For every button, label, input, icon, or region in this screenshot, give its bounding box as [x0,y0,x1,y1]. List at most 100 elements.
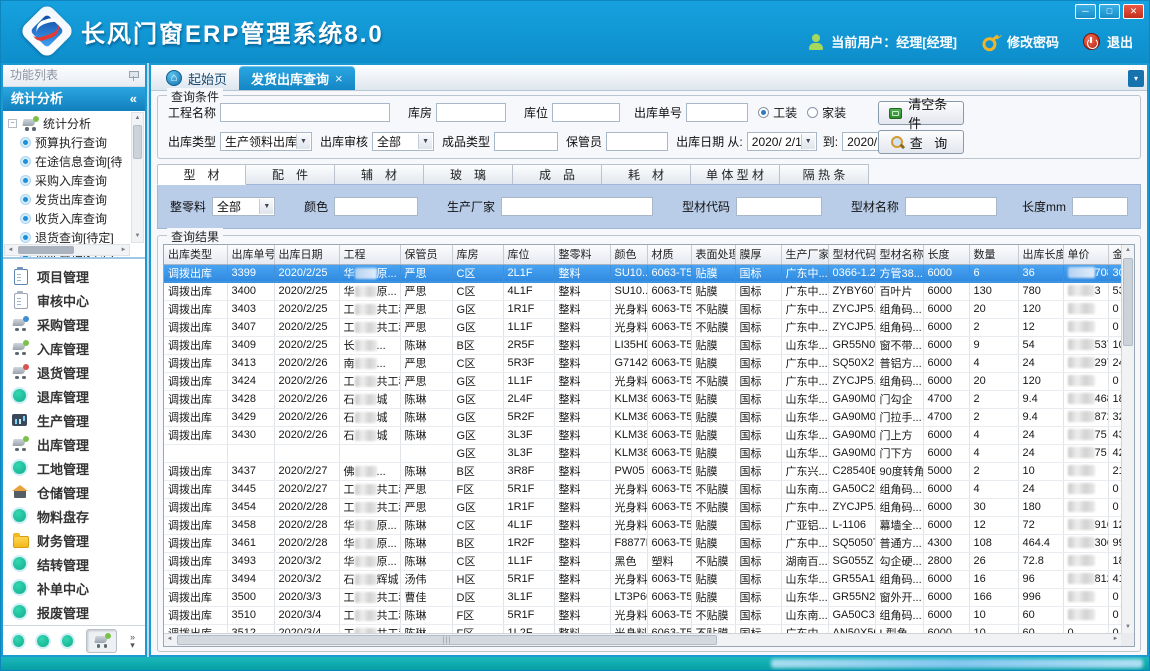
material-tab[interactable]: 玻 璃 [424,164,513,185]
tab-list-dropdown-icon[interactable]: ▾ [1128,70,1144,87]
column-header-11[interactable]: 表面处理 [691,245,735,264]
module-item[interactable]: 工地管理 [12,456,145,480]
module-dot-icon[interactable] [13,635,24,647]
outbound-order-input[interactable] [686,103,748,122]
table-row[interactable]: 调拨出库34932020/3/2华原...陈琳C区1L1F整料黑色塑料不贴膜国标… [164,552,1121,570]
date-from-select[interactable]: 2020/ 2/16 [747,132,817,151]
product-type-input[interactable] [494,132,558,151]
module-item[interactable]: 入库管理 [12,336,145,360]
material-tab[interactable]: 配 件 [246,164,335,185]
change-password-link[interactable]: 修改密码 [1007,32,1059,51]
column-header-19[interactable]: 单价 [1063,245,1108,264]
scroll-up-icon[interactable]: ▲ [132,113,143,124]
close-button[interactable]: ✕ [1123,4,1144,19]
profile-name-input[interactable] [905,197,997,216]
tab-shipping-outbound-query[interactable]: 发货出库查询 × [239,66,355,90]
column-header-10[interactable]: 材质 [647,245,691,264]
column-header-17[interactable]: 数量 [969,245,1018,264]
table-row[interactable]: 调拨出库34452020/2/27工共工程严思F区5R1F整料光身料6063-T… [164,480,1121,498]
module-item[interactable]: 物料盘存 [12,504,145,528]
grid-horizontal-scrollbar[interactable]: ◄ ||| ► [164,633,1121,646]
color-input[interactable] [334,197,418,216]
module-item[interactable]: 退库管理 [12,384,145,408]
table-row[interactable]: 调拨出库34292020/2/26石城陈琳G区5R2F整料KLM38176063… [164,408,1121,426]
column-header-9[interactable]: 颜色 [610,245,647,264]
module-item[interactable]: 补单中心 [12,576,145,600]
table-row[interactable]: 调拨出库34092020/2/25长...陈琳B区2R5F整料LI35HD606… [164,336,1121,354]
table-row[interactable]: 调拨出库34242020/2/26工共工程严思G区1L1F整料光身料6063-T… [164,372,1121,390]
clear-conditions-button[interactable]: 清空条件 [878,101,964,125]
maximize-button[interactable]: □ [1099,4,1120,19]
scroll-right-icon[interactable]: ► [118,245,129,255]
warehouse-input[interactable] [436,103,506,122]
minimize-button[interactable]: ─ [1075,4,1096,19]
module-item[interactable]: 退货管理 [12,360,145,384]
table-row[interactable]: 调拨出库35102020/3/4工共工程陈琳F区5R1F整料光身料6063-T5… [164,606,1121,624]
module-item[interactable]: 项目管理 [12,264,145,288]
module-dot-icon[interactable] [37,635,48,647]
column-header-18[interactable]: 出库长度 [1018,245,1063,264]
column-header-2[interactable]: 出库单号 [227,245,274,264]
column-header-7[interactable]: 库位 [503,245,554,264]
outbound-type-select[interactable]: 生产领料出库 [220,132,312,151]
scroll-up-icon[interactable]: ▲ [1122,245,1134,256]
scroll-down-icon[interactable]: ▼ [132,231,143,242]
table-row[interactable]: 调拨出库34612020/2/28华原...陈琳B区1R2F整料F8877FT6… [164,534,1121,552]
material-tab[interactable]: 型 材 [157,164,246,185]
column-header-1[interactable]: 出库类型 [164,245,227,264]
tree-item-5[interactable]: 收货入库查询 [8,209,130,228]
tree-item-2[interactable]: 在途信息查询[待 [8,152,130,171]
material-tab[interactable]: 辅 材 [335,164,424,185]
more-modules-button[interactable]: »▾ [130,633,135,649]
table-row[interactable]: 调拨出库33992020/2/25华原...严思C区2L1F整料SU10...6… [164,264,1121,282]
tree-item-1[interactable]: 预算执行查询 [8,133,130,152]
table-row[interactable]: 调拨出库35002020/3/3工共工程曹佳D区3L1F整料LT3P606063… [164,588,1121,606]
whole-part-select[interactable]: 全部 [212,197,275,216]
tree-vertical-scrollbar[interactable]: ▲ ▼ [131,112,144,243]
module-item[interactable]: 出库管理 [12,432,145,456]
length-input[interactable] [1072,197,1128,216]
module-item[interactable]: 结转管理 [12,552,145,576]
tree-horizontal-scrollbar[interactable]: ◄ ► [4,244,130,256]
radio-gongzhuang[interactable]: 工装 [758,104,797,121]
column-header-16[interactable]: 长度 [923,245,969,264]
module-item[interactable]: 采购管理 [12,312,145,336]
tree-item-4[interactable]: 发货出库查询 [8,190,130,209]
material-tab[interactable]: 耗 材 [602,164,691,185]
table-row[interactable]: 调拨出库34002020/2/25华原...严思C区4L1F整料SU10...6… [164,282,1121,300]
column-header-14[interactable]: 型材代码 [828,245,875,264]
column-header-13[interactable]: 生产厂家 [781,245,828,264]
column-header-4[interactable]: 工程 [339,245,400,264]
tab-home[interactable]: ⌂ 起始页 [154,66,239,90]
radio-jiazhuang[interactable]: 家装 [807,104,846,121]
column-header-3[interactable]: 出库日期 [274,245,339,264]
material-tab[interactable]: 单 体 型 材 [691,164,780,185]
table-row[interactable]: 调拨出库34132020/2/26南...严思C区5R3F整料G71422606… [164,354,1121,372]
column-header-20[interactable]: 金 [1108,245,1121,264]
module-item[interactable]: 审核中心 [12,288,145,312]
expander-icon[interactable]: − [8,119,17,128]
column-header-8[interactable]: 整零料 [554,245,610,264]
scroll-left-icon[interactable]: ◄ [164,634,175,646]
tree-root-item[interactable]: −统计分析 [8,114,130,133]
table-row[interactable]: 调拨出库34942020/3/2石辉城汤伟H区5R1F整料光身料6063-T5贴… [164,570,1121,588]
tree-item-3[interactable]: 采购入库查询 [8,171,130,190]
table-row[interactable]: G区3L3F整料KLM38176063-T5贴膜国标山东华...GA90M09.… [164,444,1121,462]
project-name-input[interactable] [220,103,390,122]
column-header-12[interactable]: 膜厚 [735,245,781,264]
tab-close-icon[interactable]: × [335,71,343,86]
profile-code-input[interactable] [736,197,822,216]
grid-vertical-scrollbar[interactable]: ▲ ▼ [1121,245,1134,633]
column-header-15[interactable]: 型材名称 [875,245,923,264]
module-item[interactable]: 仓储管理 [12,480,145,504]
logout-link[interactable]: 退出 [1107,32,1133,51]
pin-icon[interactable] [129,70,138,81]
outbound-audit-select[interactable]: 全部 [372,132,434,151]
table-row[interactable]: 调拨出库34282020/2/26石城陈琳G区2L4F整料KLM38176063… [164,390,1121,408]
module-item[interactable]: 报废管理 [12,600,145,624]
table-row[interactable]: 调拨出库35122020/3/4工共工程陈琳F区1L2F整料光身料6063-T5… [164,624,1121,633]
table-row[interactable]: 调拨出库34032020/2/25工共工程严思G区1R1F整料光身料6063-T… [164,300,1121,318]
table-row[interactable]: 调拨出库34302020/2/26石城陈琳G区3L3F整料KLM38176063… [164,426,1121,444]
collapse-icon[interactable]: « [130,87,137,111]
column-header-5[interactable]: 保管员 [400,245,452,264]
